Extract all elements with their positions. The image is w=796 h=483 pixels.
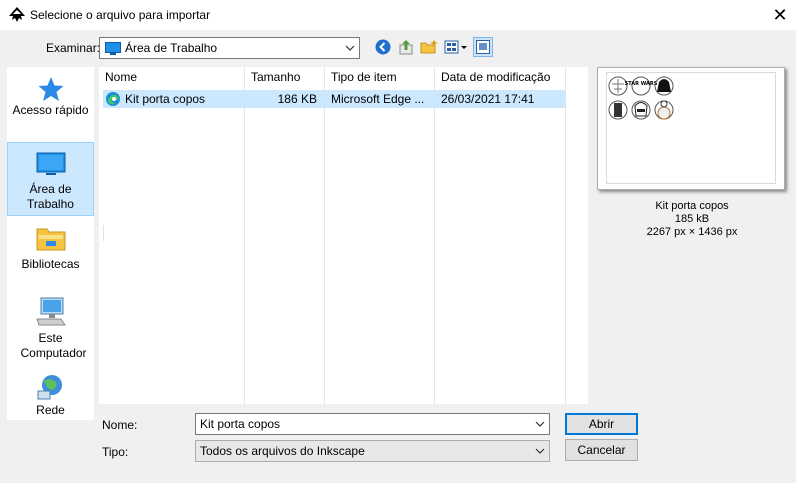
coaster-artwork: STAR WARS: [608, 76, 674, 120]
sidebar-item-this-pc[interactable]: Este Computador: [7, 297, 94, 363]
file-list[interactable]: Nome Tamanho Tipo de item Data de modifi…: [99, 67, 588, 404]
file-name-value: Kit porta copos: [200, 417, 281, 431]
preview-file-size: 185 kB: [674, 213, 710, 225]
title-bar: Selecione o arquivo para importar ✕: [0, 0, 796, 30]
network-icon: [37, 375, 62, 400]
sidebar-item-libraries[interactable]: Bibliotecas: [7, 225, 94, 277]
preview-pane: STAR WARS: [597, 67, 785, 190]
chevron-down-icon: [345, 45, 355, 51]
new-folder-icon[interactable]: [420, 38, 438, 56]
column-separator: [244, 67, 245, 404]
file-type-select[interactable]: Todos os arquivos do Inkscape: [195, 440, 550, 462]
back-icon[interactable]: [374, 38, 392, 56]
sidebar-item-quick-access[interactable]: Acesso rápido: [7, 75, 94, 131]
file-name: Kit porta copos: [125, 92, 206, 106]
star-icon: [38, 77, 63, 101]
column-separator: [434, 67, 435, 404]
column-header-name[interactable]: Nome: [99, 67, 244, 88]
sidebar-item-label: Rede: [36, 403, 65, 417]
sidebar-item-label: Área de Trabalho: [27, 182, 74, 211]
star-wars-logo-text: STAR WARS: [625, 81, 658, 87]
sidebar-item-label: Acesso rápido: [12, 103, 89, 117]
file-date: 26/03/2021 17:41: [441, 92, 535, 106]
sidebar-item-desktop[interactable]: Área de Trabalho: [7, 142, 94, 216]
computer-icon: [35, 297, 66, 326]
file-type-value: Todos os arquivos do Inkscape: [200, 444, 365, 458]
preview-toggle-button[interactable]: [473, 37, 493, 57]
up-folder-icon[interactable]: [397, 38, 415, 56]
places-sidebar: Acesso rápido Área de Trabalho Bibliotec…: [7, 67, 94, 420]
column-header-size[interactable]: Tamanho: [245, 67, 324, 88]
libraries-icon: [36, 228, 65, 251]
look-in-label: Examinar:: [46, 41, 101, 55]
close-button[interactable]: ✕: [766, 2, 794, 28]
chevron-down-icon: [535, 448, 545, 454]
column-header-type[interactable]: Tipo de item: [325, 67, 434, 88]
type-label: Tipo:: [102, 445, 129, 459]
view-menu-icon[interactable]: [444, 38, 470, 56]
preview-image: STAR WARS: [606, 72, 776, 184]
preview-dimensions: 2267 px × 1436 px: [646, 226, 738, 238]
column-header-date[interactable]: Data de modificação: [435, 67, 565, 88]
sidebar-item-label: Bibliotecas: [21, 257, 80, 271]
window-title: Selecione o arquivo para importar: [30, 8, 211, 22]
cancel-button[interactable]: Cancelar: [565, 439, 638, 461]
sidebar-item-label: Este Computador: [20, 331, 87, 360]
look-in-value: Área de Trabalho: [125, 41, 218, 55]
edge-icon: [106, 92, 120, 106]
file-type: Microsoft Edge ...: [331, 92, 425, 106]
sidebar-item-network[interactable]: Rede: [7, 373, 94, 421]
inkscape-icon: [9, 7, 25, 22]
close-icon: ✕: [772, 4, 788, 25]
column-separator: [565, 67, 566, 404]
desktop-small-icon: [105, 42, 121, 55]
preview-file-name: Kit porta copos: [655, 200, 729, 212]
open-button[interactable]: Abrir: [565, 413, 638, 435]
table-row[interactable]: Kit porta copos 186 KB Microsoft Edge ..…: [103, 90, 566, 108]
chevron-down-icon: [535, 421, 545, 427]
look-in-combo[interactable]: Área de Trabalho: [99, 37, 360, 59]
desktop-icon: [36, 152, 65, 175]
cursor-mark: [103, 225, 104, 241]
name-label: Nome:: [102, 418, 138, 432]
file-size: 186 KB: [277, 92, 317, 106]
file-name-field[interactable]: Kit porta copos: [195, 413, 550, 435]
preview-toggle-icon: [476, 40, 490, 54]
column-separator: [324, 67, 325, 404]
